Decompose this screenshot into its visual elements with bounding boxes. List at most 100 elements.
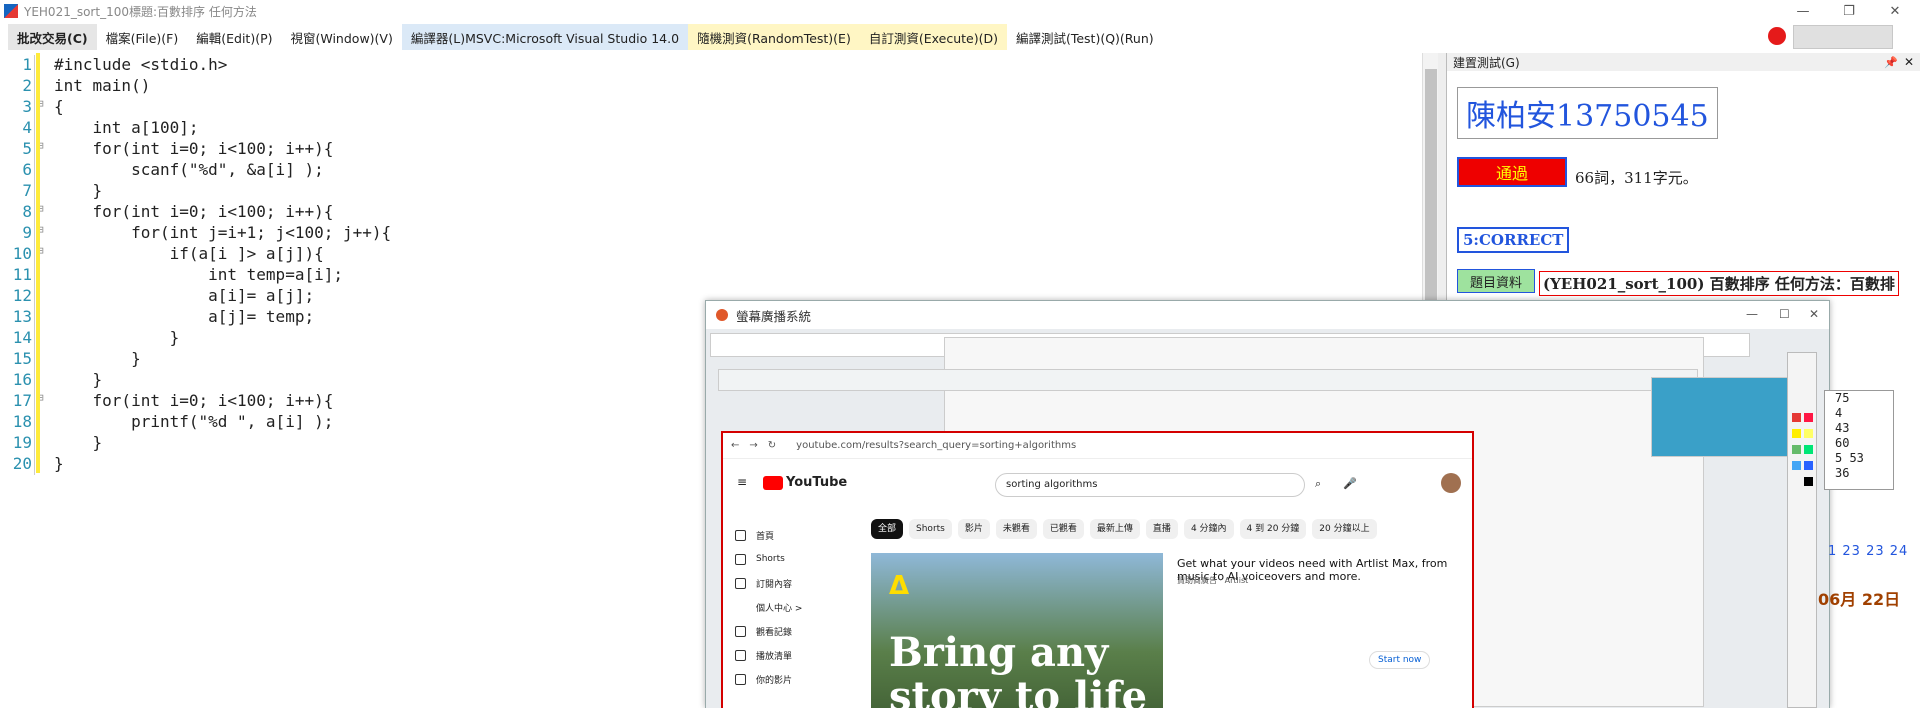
- line-number: 8: [22, 202, 32, 221]
- filter-chip[interactable]: 最新上傳: [1089, 519, 1140, 539]
- line-number: 12: [12, 286, 32, 305]
- line-number: 1: [22, 55, 32, 74]
- code-text: int a[100];: [54, 118, 199, 137]
- ad-thumbnail[interactable]: Δ Bring any story to life: [871, 553, 1163, 708]
- youtube-logo[interactable]: YouTube: [763, 475, 847, 490]
- green-swatch[interactable]: [1792, 445, 1801, 454]
- menu-compiler[interactable]: 編譯器(L)MSVC:Microsoft Visual Studio 14.0: [401, 24, 689, 50]
- menu-execute[interactable]: 自訂測資(Execute)(D): [859, 24, 1007, 50]
- pin-icon[interactable]: 📌: [1884, 56, 1898, 69]
- blue-swatch[interactable]: [1792, 461, 1801, 470]
- green2-swatch[interactable]: [1804, 445, 1813, 454]
- yellow2-swatch[interactable]: [1804, 429, 1813, 438]
- panel-title-bar: 建置測試(G) 📌 ✕: [1447, 53, 1920, 71]
- red2-swatch[interactable]: [1804, 413, 1813, 422]
- menu-window[interactable]: 視窗(Window)(V): [281, 24, 402, 50]
- back-icon[interactable]: ←: [731, 440, 739, 451]
- spacer-icon: [735, 602, 746, 613]
- side-number-list: 75 4 43 60 5 53 36: [1824, 390, 1894, 490]
- broadcast-close-icon[interactable]: ✕: [1809, 307, 1819, 321]
- home-icon: [735, 529, 746, 541]
- avatar[interactable]: [1441, 473, 1461, 493]
- code-line[interactable]: 9 for(int j=i+1; j<100; j++){: [0, 223, 1422, 244]
- blue2-swatch[interactable]: [1804, 461, 1813, 470]
- broadcast-title-bar: 螢幕廣播系統: [706, 301, 1829, 329]
- yt-search-input[interactable]: sorting algorithms: [995, 473, 1305, 497]
- yt-sidebar-item[interactable]: 訂閱內容: [735, 571, 802, 595]
- thumb-side-window: [1651, 377, 1801, 457]
- menu-edit[interactable]: 編輯(Edit)(P): [187, 24, 282, 50]
- black-swatch[interactable]: [1804, 477, 1813, 486]
- filter-chip[interactable]: 20 分鐘以上: [1312, 519, 1377, 539]
- ad-start-button[interactable]: Start now: [1369, 651, 1431, 669]
- pass-badge: 通過: [1457, 157, 1567, 187]
- filter-chip[interactable]: Shorts: [909, 519, 952, 539]
- code-text: scanf("%d", &a[i] );: [54, 160, 324, 179]
- app-icon: [4, 4, 18, 18]
- code-text: }: [54, 181, 103, 200]
- filter-chip[interactable]: 4 到 20 分鐘: [1239, 519, 1307, 539]
- minimize-icon[interactable]: —: [1780, 0, 1826, 22]
- code-line[interactable]: 6 scanf("%d", &a[i] );: [0, 160, 1422, 181]
- code-text: }: [54, 349, 141, 368]
- broadcast-maximize-icon[interactable]: ☐: [1779, 307, 1790, 321]
- annotation-toolbar[interactable]: [1787, 352, 1817, 708]
- code-line[interactable]: 1 #include <stdio.h>: [0, 55, 1422, 76]
- yt-sidebar-item[interactable]: 觀看記錄: [735, 619, 802, 643]
- toolbar-box[interactable]: [1793, 25, 1893, 49]
- code-text: }: [54, 433, 103, 452]
- correct-badge: 5:CORRECT: [1457, 227, 1570, 253]
- line-number: 9: [22, 223, 32, 242]
- list-item: 4: [1835, 406, 1843, 420]
- filter-chip[interactable]: 4 分鐘內: [1183, 519, 1234, 539]
- filter-chip[interactable]: 全部: [871, 519, 904, 539]
- code-line[interactable]: 4 int a[100];: [0, 118, 1422, 139]
- yellow-swatch[interactable]: [1792, 429, 1801, 438]
- yt-search-icon[interactable]: ⌕: [1315, 477, 1321, 491]
- code-line[interactable]: 2 int main(): [0, 76, 1422, 97]
- yt-sidebar-item[interactable]: 首頁: [735, 523, 802, 547]
- menu-grade[interactable]: 批改交易(C): [8, 24, 97, 50]
- code-line[interactable]: 8 for(int i=0; i<100; i++){: [0, 202, 1422, 223]
- problem-title: (YEH021_sort_100) 百數排序 任何方法：百數排: [1539, 271, 1899, 296]
- reload-icon[interactable]: ↻: [768, 440, 776, 451]
- restore-icon[interactable]: ❐: [1826, 0, 1872, 22]
- problem-info-button[interactable]: 題目資料: [1457, 269, 1535, 293]
- red-swatch[interactable]: [1792, 413, 1801, 422]
- line-number: 10: [12, 244, 32, 263]
- filter-chip[interactable]: 已觀看: [1042, 519, 1084, 539]
- list-item: 5 53: [1835, 451, 1864, 465]
- code-text: }: [54, 454, 64, 473]
- yt-sidebar-item[interactable]: 播放清單: [735, 643, 802, 667]
- code-text: a[j]= temp;: [54, 307, 315, 326]
- yt-sidebar-item[interactable]: 你的影片: [735, 667, 802, 691]
- menu-bar: 批改交易(C) 檔案(File)(F) 編輯(Edit)(P) 視窗(Windo…: [0, 22, 1920, 52]
- code-line[interactable]: 3{: [0, 97, 1422, 118]
- change-marker: [36, 53, 40, 473]
- close-icon[interactable]: ✕: [1872, 0, 1918, 22]
- list-item: 75: [1835, 391, 1850, 405]
- filter-chip[interactable]: 直播: [1145, 519, 1178, 539]
- artlist-logo-icon: Δ: [889, 571, 910, 601]
- code-line[interactable]: 7 }: [0, 181, 1422, 202]
- broadcast-window[interactable]: 螢幕廣播系統 — ☐ ✕ ← → ↻ youtube.com/results?s…: [705, 300, 1830, 708]
- yt-sidebar-item[interactable]: 個人中心 >: [735, 595, 802, 619]
- code-line[interactable]: 10 if(a[i ]> a[j]){: [0, 244, 1422, 265]
- list-item: 43: [1835, 421, 1850, 435]
- menu-run-test[interactable]: 編譯測試(Test)(Q)(Run): [1006, 24, 1163, 50]
- forward-icon[interactable]: →: [749, 440, 757, 451]
- panel-close-icon[interactable]: ✕: [1904, 55, 1914, 69]
- yt-sidebar-item[interactable]: Shorts: [735, 547, 802, 571]
- hamburger-icon[interactable]: ≡: [737, 475, 747, 489]
- code-line[interactable]: 5 for(int i=0; i<100; i++){: [0, 139, 1422, 160]
- filter-chip[interactable]: 未觀看: [995, 519, 1037, 539]
- apple-icon[interactable]: [1768, 27, 1786, 45]
- mic-icon[interactable]: 🎤: [1343, 477, 1357, 490]
- menu-file[interactable]: 檔案(File)(F): [96, 24, 188, 50]
- filter-chip[interactable]: 影片: [957, 519, 990, 539]
- code-line[interactable]: 11 int temp=a[i];: [0, 265, 1422, 286]
- menu-random-test[interactable]: 隨機測資(RandomTest)(E): [688, 24, 860, 50]
- yt-url[interactable]: youtube.com/results?search_query=sorting…: [796, 440, 1076, 451]
- code-text: #include <stdio.h>: [54, 55, 228, 74]
- broadcast-minimize-icon[interactable]: —: [1746, 307, 1758, 321]
